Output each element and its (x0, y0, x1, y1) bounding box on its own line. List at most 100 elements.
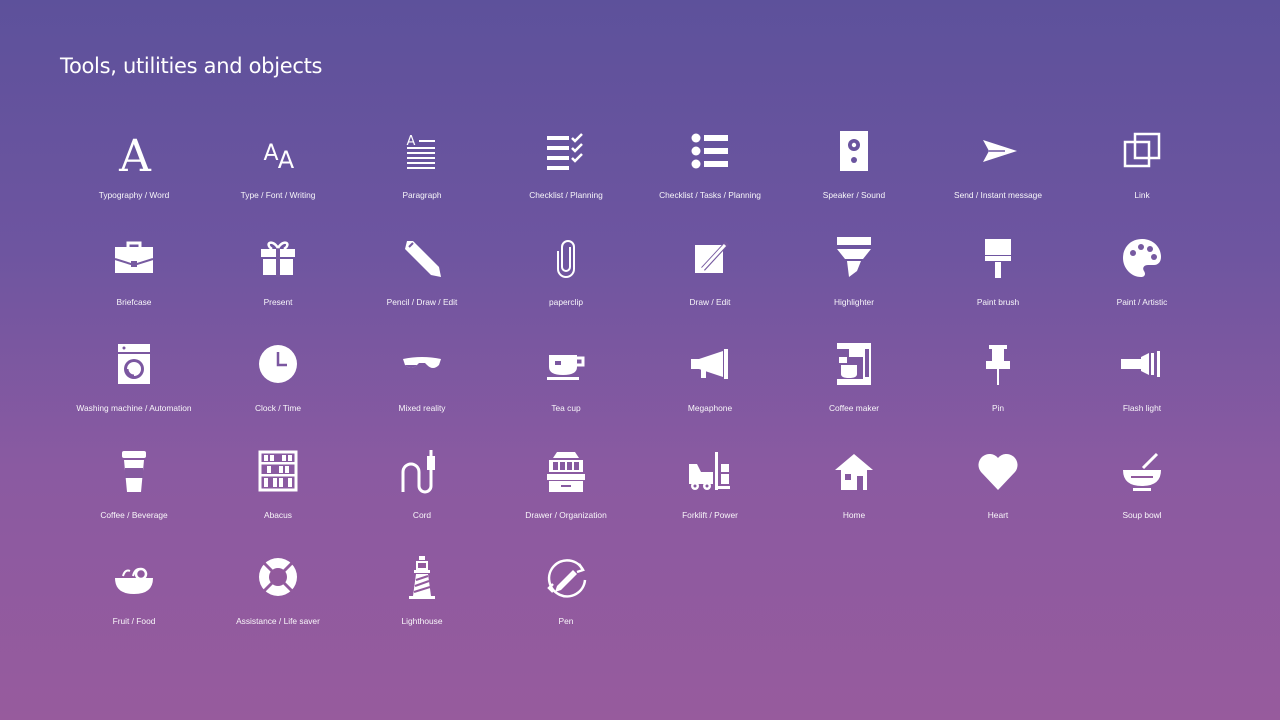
icon-label: Briefcase (116, 296, 152, 307)
icon-label: paperclip (549, 296, 583, 307)
icon-tile-paint-brush: Paint brush (926, 235, 1070, 342)
icon-tile-fruit-bowl: Fruit / Food (62, 554, 206, 661)
draw-edit-icon (687, 235, 733, 281)
icon-tile-palette: Paint / Artistic (1070, 235, 1214, 342)
icon-tile-megaphone: Megaphone (638, 341, 782, 448)
icon-tile-paperclip: paperclip (494, 235, 638, 342)
icon-label: Checklist / Tasks / Planning (659, 190, 761, 200)
icon-tile-pen: Pen (494, 554, 638, 661)
icon-label: Pin (991, 403, 1005, 413)
icon-tile-typography: A Typography / Word (62, 128, 206, 235)
icon-label: Clock / Time (254, 403, 302, 413)
icon-label: Lighthouse (401, 616, 443, 626)
icon-label: Cord (412, 509, 432, 520)
icon-label: Fruit / Food (112, 616, 156, 626)
highlighter-icon (831, 235, 877, 281)
pen-icon (543, 554, 589, 600)
heart-icon (975, 448, 1021, 494)
icon-label: Home (842, 509, 866, 520)
bullet-list-icon (687, 128, 733, 174)
icon-tile-draw-edit: Draw / Edit (638, 235, 782, 342)
icon-grid: A Typography / Word A A Type / Font / Writin… (62, 128, 1216, 661)
icon-label: Pen (558, 616, 574, 626)
icon-tile-life-saver: Assistance / Life saver (206, 554, 350, 661)
icon-tile-paragraph: A Paragraph (350, 128, 494, 235)
icon-label: Coffee / Beverage (100, 509, 168, 520)
icon-label: Pencil / Draw / Edit (386, 296, 458, 307)
life-saver-icon (255, 554, 301, 600)
icon-tile-washing-machine: Washing machine / Automation (62, 341, 206, 448)
icon-tile-flashlight: Flash light (1070, 341, 1214, 448)
icon-label: Soup bowl (1122, 509, 1162, 520)
home-icon (831, 448, 877, 494)
abacus-icon (255, 448, 301, 494)
briefcase-icon (111, 235, 157, 281)
icon-label: Drawer / Organization (525, 509, 607, 520)
icon-tile-link: Link (1070, 128, 1214, 235)
icon-tile-cord: Cord (350, 448, 494, 555)
forklift-icon (687, 448, 733, 494)
icon-tile-pencil: Pencil / Draw / Edit (350, 235, 494, 342)
present-icon (255, 235, 301, 281)
icon-tile-abacus: Abacus (206, 448, 350, 555)
clock-icon (255, 341, 301, 387)
icon-label: Flash light (1122, 403, 1162, 413)
icon-label: Paint brush (976, 296, 1020, 307)
icon-tile-pin: Pin (926, 341, 1070, 448)
icon-label: Draw / Edit (689, 296, 731, 307)
icon-tile-forklift: Forklift / Power (638, 448, 782, 555)
icon-tile-bullet-list: Checklist / Tasks / Planning (638, 128, 782, 235)
drawer-icon (543, 448, 589, 494)
icon-label: Coffee maker (828, 403, 880, 413)
icon-tile-lighthouse: Lighthouse (350, 554, 494, 661)
icon-tile-soup-bowl: Soup bowl (1070, 448, 1214, 555)
icon-label: Mixed reality (398, 403, 446, 413)
paint-brush-icon (975, 235, 1021, 281)
coffee-cup-icon (111, 448, 157, 494)
svg-text:A: A (278, 146, 295, 174)
coffee-maker-icon (831, 341, 877, 387)
pin-icon (975, 341, 1021, 387)
icon-tile-clock: Clock / Time (206, 341, 350, 448)
paperclip-icon (543, 235, 589, 281)
icon-tile-font: A A Type / Font / Writing (206, 128, 350, 235)
icon-label: Heart (987, 509, 1009, 520)
washing-machine-icon (111, 341, 157, 387)
paragraph-icon: A (399, 128, 445, 174)
svg-text:A: A (407, 134, 416, 149)
tea-cup-icon (543, 341, 589, 387)
typography-icon: A (111, 128, 157, 174)
icon-label: Type / Font / Writing (240, 190, 316, 200)
pencil-icon (399, 235, 445, 281)
icon-tile-present: Present (206, 235, 350, 342)
icon-tile-coffee-maker: Coffee maker (782, 341, 926, 448)
palette-icon (1119, 235, 1165, 281)
icon-label: Speaker / Sound (822, 190, 886, 200)
page-title: Tools, utilities and objects (60, 54, 323, 78)
icon-label: Present (263, 296, 293, 307)
icon-tile-tea-cup: Tea cup (494, 341, 638, 448)
icon-tile-coffee-cup: Coffee / Beverage (62, 448, 206, 555)
icon-label: Paint / Artistic (1116, 296, 1168, 307)
icon-tile-drawer: Drawer / Organization (494, 448, 638, 555)
soup-bowl-icon (1119, 448, 1165, 494)
icon-label: Assistance / Life saver (236, 616, 320, 626)
checklist-icon (543, 128, 589, 174)
mixed-reality-icon (399, 341, 445, 387)
fruit-bowl-icon (111, 554, 157, 600)
send-icon (975, 128, 1021, 174)
icon-label: Typography / Word (98, 190, 170, 200)
megaphone-icon (687, 341, 733, 387)
icon-tile-checklist: Checklist / Planning (494, 128, 638, 235)
icon-tile-speaker: Speaker / Sound (782, 128, 926, 235)
icon-label: Highlighter (833, 296, 875, 307)
icon-label: Tea cup (551, 403, 581, 413)
icon-label: Forklift / Power (682, 509, 738, 520)
icon-label: Paragraph (402, 190, 442, 200)
flashlight-icon (1119, 341, 1165, 387)
icon-tile-send: Send / Instant message (926, 128, 1070, 235)
svg-text:A: A (118, 131, 152, 174)
icon-label: Abacus (264, 509, 292, 520)
lighthouse-icon (399, 554, 445, 600)
icon-label: Checklist / Planning (529, 190, 603, 200)
